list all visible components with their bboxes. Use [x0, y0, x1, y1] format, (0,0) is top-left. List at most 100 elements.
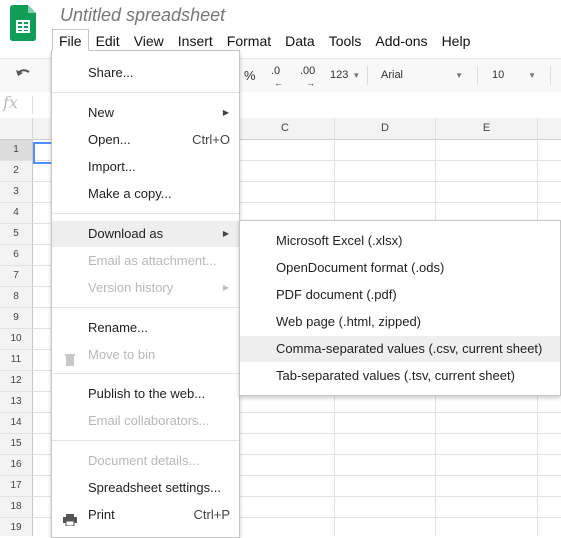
- menu-item-label: Publish to the web...: [88, 386, 206, 401]
- menu-file[interactable]: File: [52, 29, 89, 51]
- menu-separator: [52, 213, 239, 214]
- submenu-item-label: Comma-separated values (.csv, current sh…: [276, 341, 543, 356]
- download-html-item[interactable]: Web page (.html, zipped): [240, 309, 560, 335]
- menu-item-label: Spreadsheet settings...: [88, 480, 221, 495]
- more-formats-button[interactable]: 123 ▼: [330, 59, 360, 92]
- chevron-down-icon: ▼: [528, 71, 536, 80]
- row-header-19[interactable]: 19: [0, 518, 33, 536]
- menu-item-print[interactable]: Print Ctrl+P: [52, 502, 239, 528]
- row-header-8[interactable]: 8: [0, 287, 33, 308]
- row-header-11[interactable]: 11: [0, 350, 33, 371]
- menu-item-open[interactable]: Open... Ctrl+O: [52, 127, 239, 153]
- menu-separator: [52, 92, 239, 93]
- menu-separator: [52, 373, 239, 374]
- percent-format-button[interactable]: %: [244, 59, 256, 92]
- download-pdf-item[interactable]: PDF document (.pdf): [240, 282, 560, 308]
- shortcut-label: Ctrl+O: [192, 132, 230, 147]
- menu-item-share[interactable]: Share...: [52, 60, 239, 86]
- menu-separator: [52, 440, 239, 441]
- menu-item-email-as-attachment: Email as attachment...: [52, 248, 239, 274]
- column-header-e[interactable]: E: [436, 118, 538, 140]
- submenu-arrow-icon: ▶: [222, 108, 229, 117]
- row-header-7[interactable]: 7: [0, 266, 33, 287]
- menu-item-download-as[interactable]: Download as ▶: [52, 221, 239, 247]
- menu-item-publish-to-the-web[interactable]: Publish to the web...: [52, 381, 239, 407]
- select-all-corner[interactable]: [0, 118, 33, 140]
- download-csv-item[interactable]: Comma-separated values (.csv, current sh…: [240, 336, 560, 362]
- menu-bar: File Edit View Insert Format Data Tools …: [52, 29, 477, 51]
- menu-item-make-a-copy[interactable]: Make a copy...: [52, 181, 239, 207]
- submenu-item-label: Microsoft Excel (.xlsx): [276, 233, 403, 248]
- undo-icon[interactable]: [14, 59, 32, 92]
- row-header-3[interactable]: 3: [0, 182, 33, 203]
- row-header-10[interactable]: 10: [0, 329, 33, 350]
- row-header-14[interactable]: 14: [0, 413, 33, 434]
- row-header-1[interactable]: 1: [0, 140, 33, 161]
- menu-item-label: New: [88, 105, 115, 120]
- font-family-select[interactable]: Arial ▼: [381, 59, 465, 92]
- menu-item-new[interactable]: New ▶: [52, 100, 239, 126]
- submenu-item-label: OpenDocument format (.ods): [276, 260, 445, 275]
- toolbar-divider: [477, 66, 478, 85]
- row-header-5[interactable]: 5: [0, 224, 33, 245]
- submenu-item-label: Tab-separated values (.tsv, current shee…: [276, 368, 515, 383]
- menu-item-label: Document details...: [88, 453, 200, 468]
- menu-item-version-history: Version history ▶: [52, 275, 239, 301]
- menu-item-label: Make a copy...: [88, 186, 172, 201]
- column-header-d[interactable]: D: [335, 118, 436, 140]
- menu-item-label: Email collaborators...: [88, 413, 210, 428]
- menu-item-move-to-bin: Move to bin: [52, 342, 239, 368]
- menu-item-label: Share...: [88, 65, 134, 80]
- menu-item-spreadsheet-settings[interactable]: Spreadsheet settings...: [52, 475, 239, 501]
- menu-tools[interactable]: Tools: [322, 29, 369, 51]
- column-header-c[interactable]: C: [236, 118, 335, 140]
- row-header-18[interactable]: 18: [0, 497, 33, 518]
- menu-item-label: Email as attachment...: [88, 253, 217, 268]
- menu-item-label: Open...: [88, 132, 131, 147]
- menu-item-label: Import...: [88, 159, 136, 174]
- toolbar-divider: [550, 66, 551, 85]
- row-header-4[interactable]: 4: [0, 203, 33, 224]
- row-header-2[interactable]: 2: [0, 161, 33, 182]
- submenu-item-label: PDF document (.pdf): [276, 287, 397, 302]
- chevron-down-icon: ▼: [455, 71, 463, 80]
- document-title[interactable]: Untitled spreadsheet: [60, 5, 225, 26]
- menu-item-email-collaborators: Email collaborators...: [52, 408, 239, 434]
- download-as-submenu: Microsoft Excel (.xlsx) OpenDocument for…: [239, 220, 561, 396]
- column-header[interactable]: [538, 118, 561, 140]
- row-header-16[interactable]: 16: [0, 455, 33, 476]
- menu-item-rename[interactable]: Rename...: [52, 315, 239, 341]
- submenu-item-label: Web page (.html, zipped): [276, 314, 421, 329]
- menu-edit[interactable]: Edit: [89, 29, 127, 51]
- menu-view[interactable]: View: [127, 29, 171, 51]
- row-header-12[interactable]: 12: [0, 371, 33, 392]
- submenu-arrow-icon: ▶: [222, 283, 229, 292]
- row-header-6[interactable]: 6: [0, 245, 33, 266]
- submenu-arrow-icon: ▶: [222, 229, 229, 238]
- font-size-value: 10: [492, 69, 505, 81]
- row-header-9[interactable]: 9: [0, 308, 33, 329]
- row-header-15[interactable]: 15: [0, 434, 33, 455]
- font-family-value: Arial: [381, 69, 404, 81]
- row-header-17[interactable]: 17: [0, 476, 33, 497]
- more-formats-label: 123: [330, 69, 349, 81]
- font-size-select[interactable]: 10 ▼: [492, 59, 538, 92]
- menu-data[interactable]: Data: [278, 29, 322, 51]
- fx-label: fx: [3, 93, 18, 112]
- menu-item-label: Print: [88, 507, 115, 522]
- menu-addons[interactable]: Add-ons: [368, 29, 434, 51]
- download-ods-item[interactable]: OpenDocument format (.ods): [240, 255, 560, 281]
- formula-divider: [32, 96, 33, 114]
- chevron-down-icon: ▼: [352, 71, 361, 80]
- row-header-13[interactable]: 13: [0, 392, 33, 413]
- menu-insert[interactable]: Insert: [171, 29, 220, 51]
- download-xlsx-item[interactable]: Microsoft Excel (.xlsx): [240, 228, 560, 254]
- menu-item-import[interactable]: Import...: [52, 154, 239, 180]
- menu-format[interactable]: Format: [220, 29, 278, 51]
- download-tsv-item[interactable]: Tab-separated values (.tsv, current shee…: [240, 363, 560, 389]
- toolbar-divider: [367, 66, 368, 85]
- menu-help[interactable]: Help: [435, 29, 478, 51]
- file-menu: Share... New ▶ Open... Ctrl+O Import... …: [51, 50, 240, 538]
- menu-item-label: Version history: [88, 280, 174, 295]
- sheets-logo[interactable]: [10, 5, 36, 41]
